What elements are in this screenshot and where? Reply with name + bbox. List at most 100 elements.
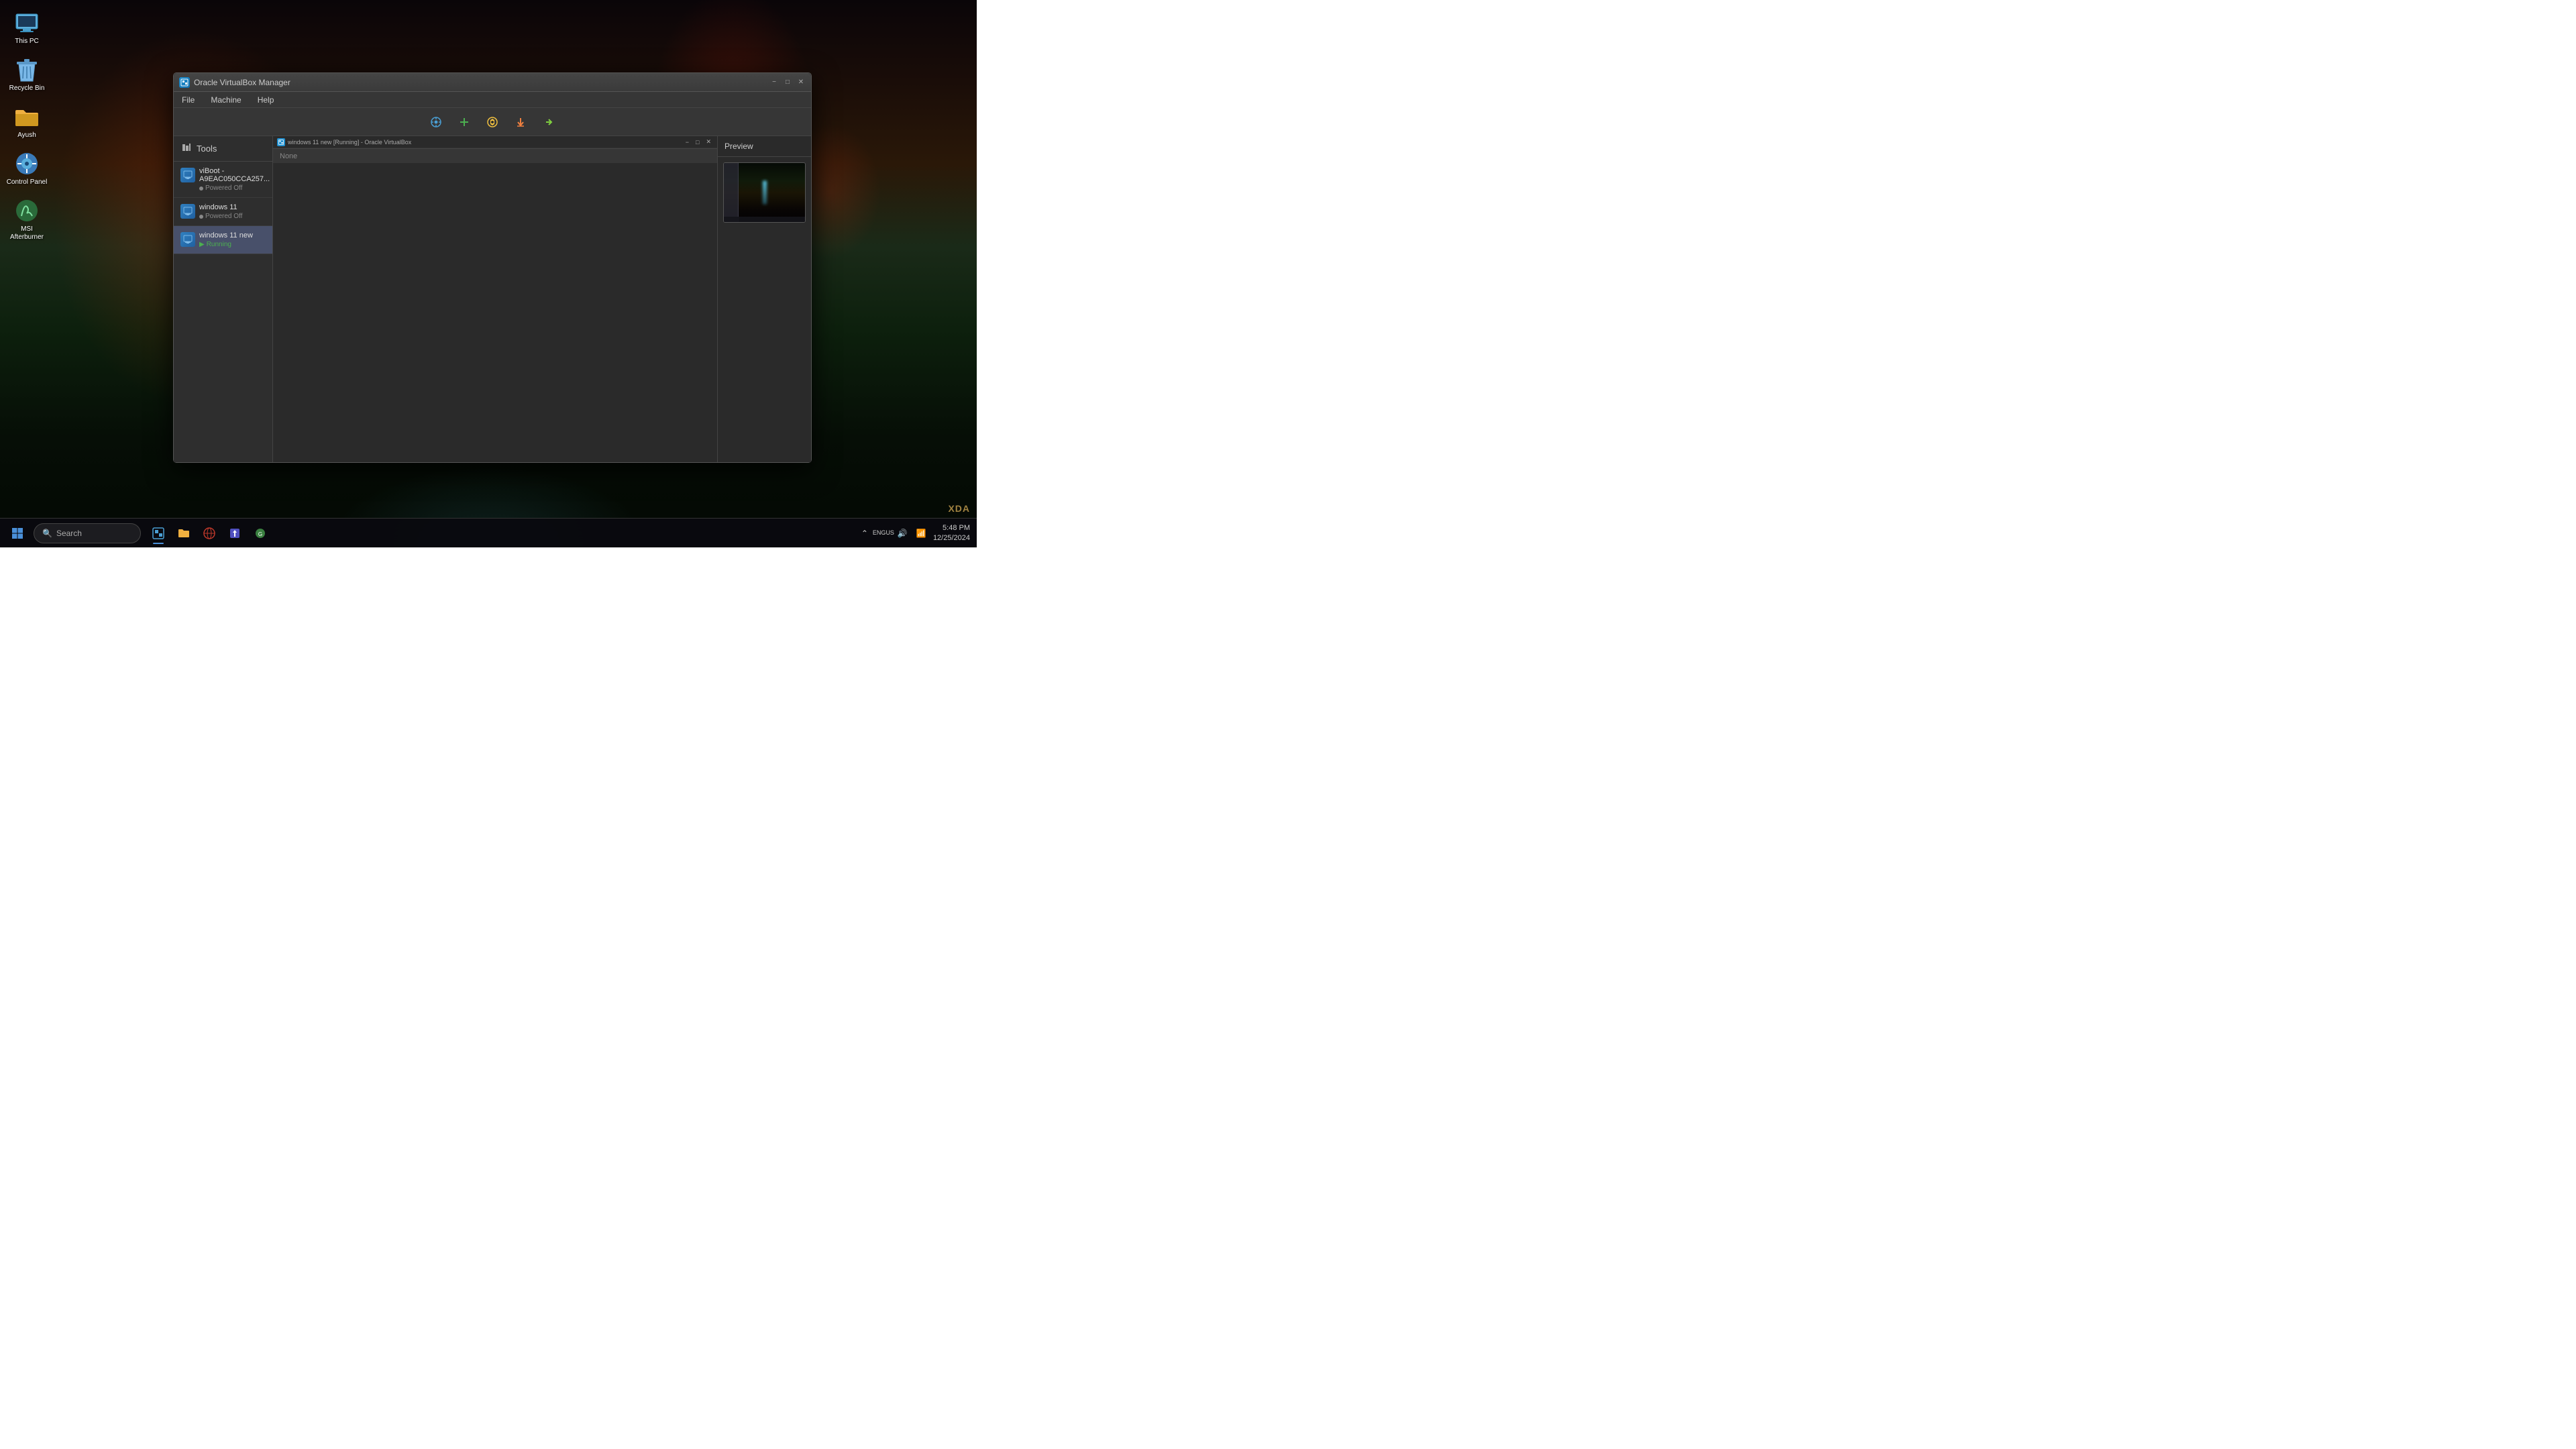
recycle-bin-icon <box>13 56 40 83</box>
tools-icon <box>182 143 191 154</box>
nested-vm-maximize[interactable]: □ <box>694 139 701 146</box>
desktop-icon-this-pc[interactable]: This PC <box>3 7 50 48</box>
taskbar-clock-date: 12/25/2024 <box>933 533 970 543</box>
taskbar-tray-lang: ENG US <box>875 525 892 541</box>
taskbar-app-vbox[interactable] <box>146 521 170 545</box>
toolbar-download-btn[interactable] <box>510 111 531 133</box>
vm-status-dot-viboot <box>199 186 203 191</box>
taskbar-app-store[interactable] <box>223 521 247 545</box>
vm-status-win11-new: ▶ Running <box>199 241 266 248</box>
control-panel-label: Control Panel <box>7 178 48 186</box>
taskbar-clock-time: 5:48 PM <box>933 523 970 533</box>
vbox-close-btn[interactable]: ✕ <box>796 78 806 87</box>
taskbar-search-text: Search <box>56 529 82 538</box>
vbox-statusbar: None <box>273 148 717 163</box>
vm-name-win11: windows 11 <box>199 203 266 211</box>
ayush-folder-icon <box>13 103 40 130</box>
preview-thumbnail <box>723 162 806 223</box>
virtualbox-manager-window: Oracle VirtualBox Manager − □ ✕ File Mac… <box>173 72 812 463</box>
taskbar-app-extra[interactable]: G <box>248 521 272 545</box>
vm-item-win11-new[interactable]: windows 11 new ▶ Running <box>174 226 272 254</box>
taskbar-start-btn[interactable] <box>5 521 30 545</box>
nested-vm-title-text: windows 11 new [Running] - Oracle Virtua… <box>288 139 681 146</box>
vbox-main-area: windows 11 new [Running] - Oracle Virtua… <box>273 136 811 462</box>
control-panel-icon <box>13 150 40 177</box>
vm-display-area[interactable]: windows 11 new [Running] - Oracle Virtua… <box>273 136 717 462</box>
nested-vm-titlebar: windows 11 new [Running] - Oracle Virtua… <box>273 136 717 148</box>
menu-help[interactable]: Help <box>255 94 277 106</box>
toolbar-settings-btn[interactable] <box>425 111 447 133</box>
preview-title: Preview <box>718 136 811 157</box>
nested-vm-title-icon <box>277 138 285 146</box>
taskbar-tray-sound[interactable]: 🔊 <box>894 525 910 541</box>
taskbar-app-folder[interactable] <box>172 521 196 545</box>
msi-afterburner-icon <box>13 197 40 224</box>
vm-details-win11: windows 11 Powered Off <box>199 203 266 220</box>
vm-status-text-win11: Powered Off <box>205 213 242 220</box>
windows-taskbar: 🔍 Search <box>0 518 977 547</box>
vbox-toolbar <box>174 108 811 136</box>
vbox-minimize-btn[interactable]: − <box>769 78 779 87</box>
taskbar-tray-network[interactable]: 📶 <box>913 525 929 541</box>
vm-status-dot-win11 <box>199 215 203 219</box>
taskbar-region: US <box>885 529 894 537</box>
taskbar-clock[interactable]: 5:48 PM 12/25/2024 <box>933 523 970 543</box>
desktop-icon-msi-afterburner[interactable]: MSI Afterburner <box>3 195 50 244</box>
vm-list: viBoot - A9EAC050CCA257... Powered Off <box>174 162 272 462</box>
taskbar-search-box[interactable]: 🔍 Search <box>34 523 141 543</box>
vm-name-viboot: viBoot - A9EAC050CCA257... <box>199 167 270 183</box>
vbox-titlebar: Oracle VirtualBox Manager − □ ✕ <box>174 73 811 92</box>
this-pc-icon <box>13 9 40 36</box>
desktop-icon-recycle-bin[interactable]: Recycle Bin <box>3 54 50 95</box>
vm-status-win11: Powered Off <box>199 213 266 220</box>
taskbar-right-area: ⌃ ENG US 🔊 📶 5:48 PM 12/25/2024 <box>857 523 977 543</box>
statusbar-text: None <box>280 152 297 160</box>
vbox-body: Tools viBoot - A9EAC050CC <box>174 136 811 462</box>
taskbar-system-tray: ⌃ ENG US 🔊 📶 <box>857 525 929 541</box>
vm-item-win11[interactable]: windows 11 Powered Off <box>174 198 272 226</box>
preview-panel: Preview <box>717 136 811 462</box>
running-arrow-icon: ▶ <box>199 241 205 248</box>
vm-status-viboot: Powered Off <box>199 184 270 192</box>
vbox-vm-sidebar: Tools viBoot - A9EAC050CC <box>174 136 273 462</box>
vbox-maximize-btn[interactable]: □ <box>783 78 792 87</box>
preview-glow <box>763 181 767 205</box>
taskbar-tray-chevron[interactable]: ⌃ <box>857 525 873 541</box>
menu-machine[interactable]: Machine <box>208 94 244 106</box>
ayush-label: Ayush <box>17 131 36 140</box>
taskbar-lang: ENG <box>873 529 886 537</box>
tools-label: Tools <box>197 144 217 154</box>
this-pc-label: This PC <box>15 38 39 46</box>
vm-item-viboot[interactable]: viBoot - A9EAC050CCA257... Powered Off <box>174 162 272 198</box>
vm-icon-win11-new <box>180 232 195 247</box>
nested-vm-close[interactable]: ✕ <box>704 138 713 146</box>
taskbar-app-browser[interactable] <box>197 521 221 545</box>
desktop-icon-area: This PC Recycle Bin <box>3 7 50 244</box>
vm-name-win11-new: windows 11 new <box>199 231 266 239</box>
msi-afterburner-label: MSI Afterburner <box>6 225 48 241</box>
vbox-window-controls: − □ ✕ <box>769 78 806 87</box>
vbox-title-text: Oracle VirtualBox Manager <box>194 78 769 87</box>
vm-running-text: Running <box>207 241 231 248</box>
vm-details-viboot: viBoot - A9EAC050CCA257... Powered Off <box>199 167 270 192</box>
xda-watermark: XDA <box>948 503 970 514</box>
toolbar-new-btn[interactable] <box>453 111 475 133</box>
vm-icon-viboot <box>180 168 195 182</box>
taskbar-pinned-apps: G <box>146 521 272 545</box>
recycle-bin-label: Recycle Bin <box>9 85 45 93</box>
desktop-icon-ayush[interactable]: Ayush <box>3 101 50 142</box>
vm-icon-win11 <box>180 204 195 219</box>
taskbar-left: 🔍 Search <box>0 521 141 545</box>
vbox-menubar: File Machine Help <box>174 92 811 108</box>
desktop: This PC Recycle Bin <box>0 0 977 547</box>
taskbar-search-icon: 🔍 <box>42 529 52 538</box>
menu-file[interactable]: File <box>179 94 197 106</box>
vbox-title-icon <box>179 77 190 88</box>
desktop-icon-control-panel[interactable]: Control Panel <box>3 148 50 189</box>
svg-text:G: G <box>258 531 262 537</box>
toolbar-settings2-btn[interactable] <box>482 111 503 133</box>
vm-status-text-viboot: Powered Off <box>205 184 242 192</box>
nested-vm-minimize[interactable]: − <box>684 139 691 146</box>
toolbar-go-btn[interactable] <box>538 111 559 133</box>
preview-sidebar-representation <box>724 163 739 222</box>
